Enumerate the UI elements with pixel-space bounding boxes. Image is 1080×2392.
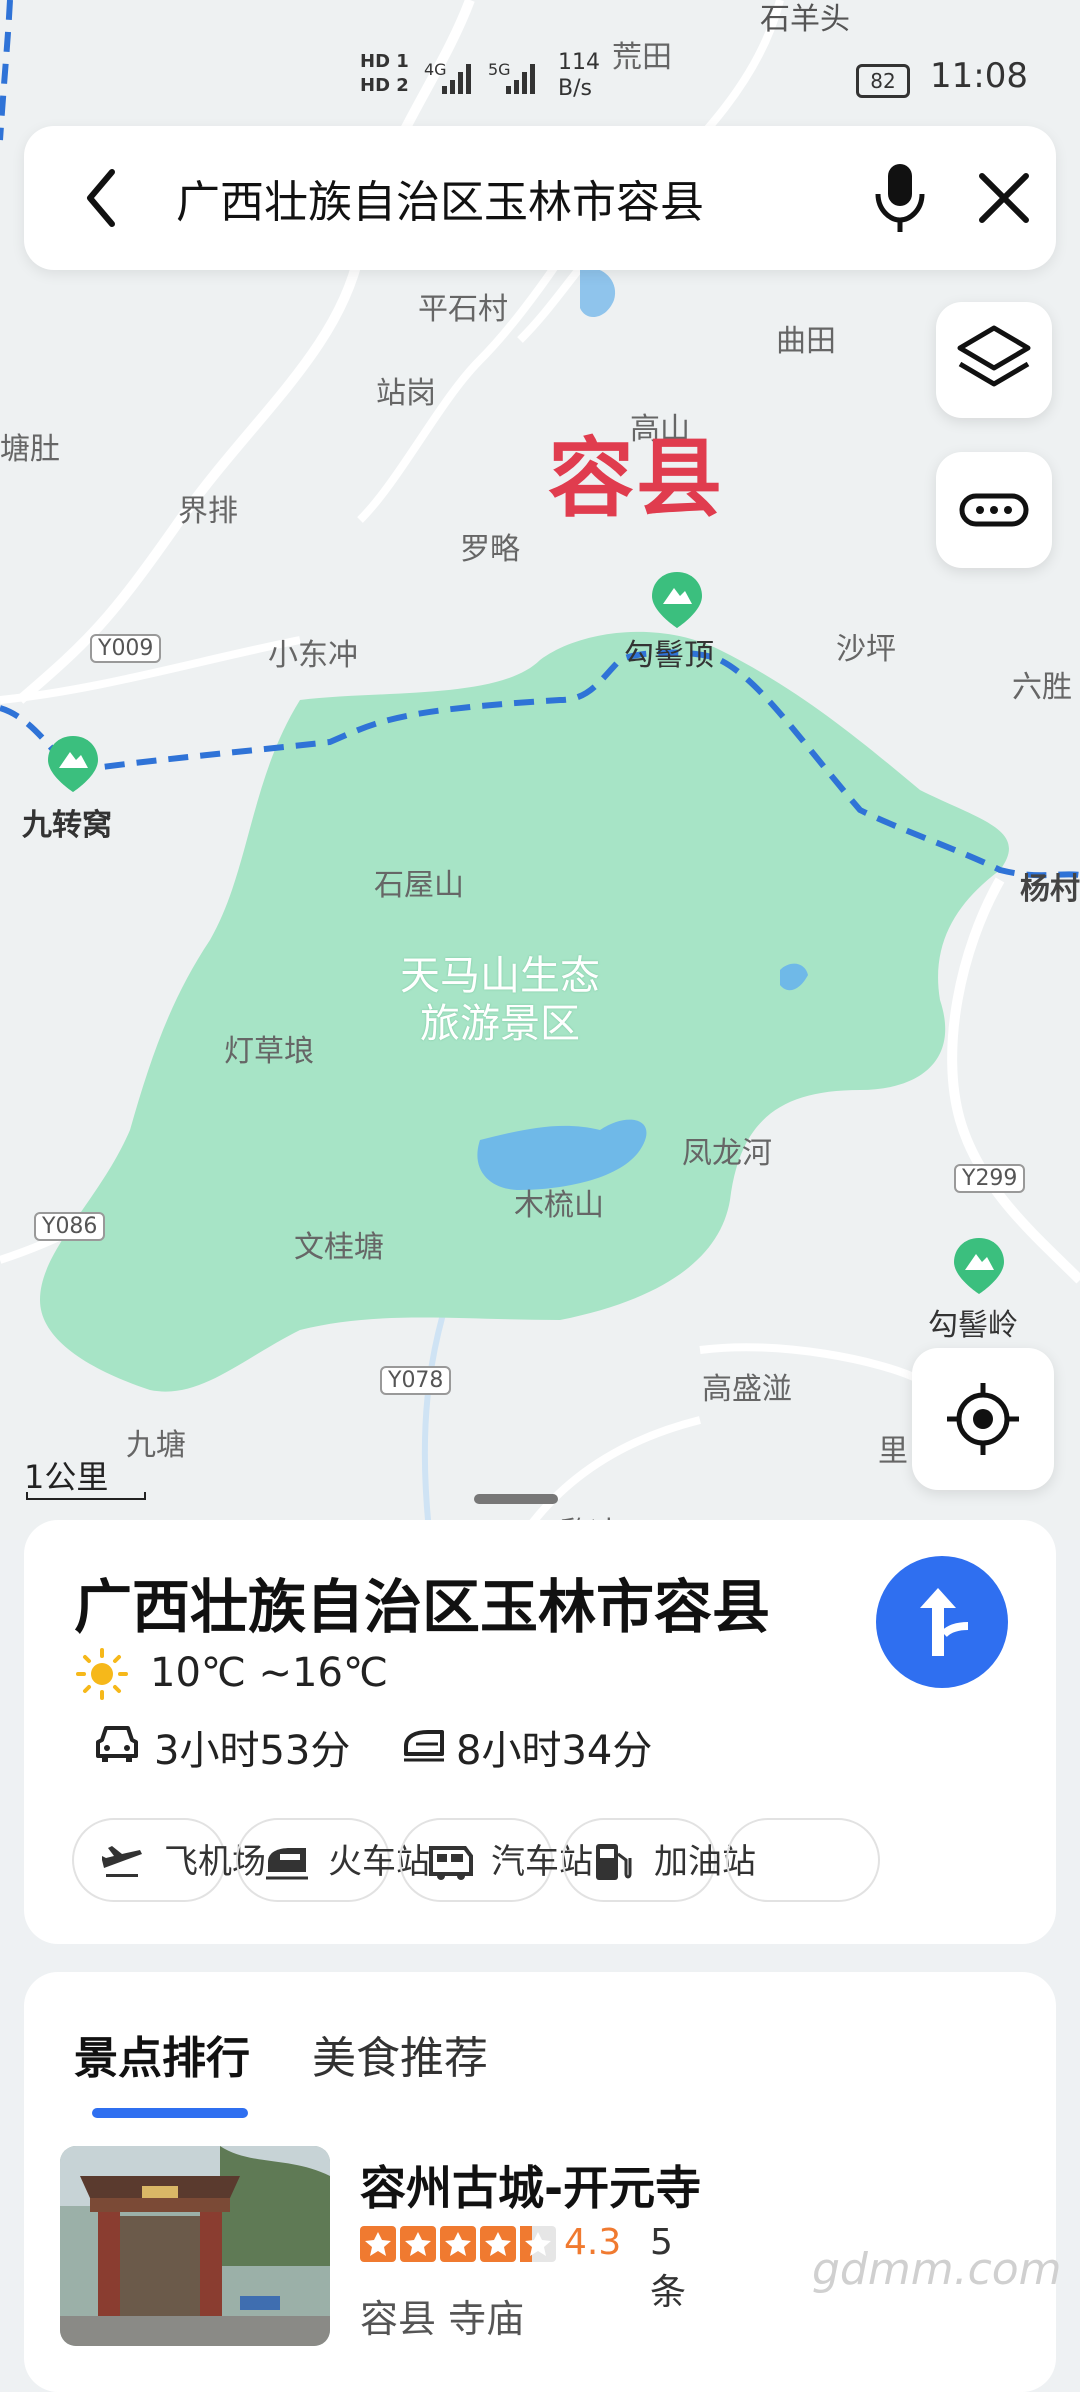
map-place-label: 界排 (178, 494, 238, 529)
place-thumbnail[interactable] (60, 2146, 330, 2346)
rating-stars (360, 2226, 556, 2262)
mountain-pin-icon (954, 1238, 1004, 1294)
layers-icon (957, 325, 1031, 387)
car-icon (96, 1726, 138, 1762)
train-time: 8小时34分 (456, 1728, 653, 1774)
net-speed: 114 B/s (558, 50, 600, 102)
road-badge: Y078 (380, 1366, 452, 1395)
more-dots-icon (959, 493, 1029, 527)
half-star-icon (520, 2226, 556, 2262)
tab-food[interactable]: 美食推荐 (312, 2022, 488, 2086)
poi-mountain-marker[interactable]: 勾髻岭 (928, 1236, 1018, 1343)
road-badge: Y009 (90, 634, 162, 663)
place-tags: 容县 寺庙 (360, 2297, 525, 2341)
back-arrow-icon[interactable] (68, 162, 140, 234)
scenic-area-label-line1: 天马山生态 (400, 953, 600, 999)
signal-icon (506, 64, 535, 94)
map-place-label: 木梳山 (514, 1188, 604, 1223)
star-icon (400, 2226, 436, 2262)
map-place-label: 里 (878, 1434, 908, 1469)
clock: 11:08 (930, 56, 1028, 96)
sheet-drag-handle[interactable] (474, 1494, 558, 1504)
battery-icon: 82 (856, 64, 910, 98)
poi-mountain-marker[interactable]: 九转窝 (22, 734, 112, 843)
star-icon (480, 2226, 516, 2262)
map-place-label: 小东冲 (268, 638, 358, 673)
star-icon (440, 2226, 476, 2262)
search-query[interactable]: 广西壮族自治区玉林市容县 (176, 166, 704, 230)
star-icon (360, 2226, 396, 2262)
tab-attractions[interactable]: 景点排行 (74, 2022, 250, 2086)
map-place-label: 凤龙河 (682, 1136, 772, 1171)
microphone-icon[interactable] (872, 160, 928, 236)
crosshair-icon (947, 1383, 1019, 1455)
bus-icon (429, 1846, 473, 1880)
map-place-label: 文桂塘 (294, 1230, 384, 1265)
close-icon[interactable] (974, 168, 1034, 228)
fuel-pump-icon (596, 1844, 632, 1880)
watermark-text: gdmm.com (812, 2244, 1062, 2295)
map-place-label: 曲田 (776, 324, 836, 359)
map-scale-bar (26, 1492, 146, 1500)
poi-mountain-marker[interactable]: 勾髻顶 (624, 570, 714, 673)
more-button[interactable] (936, 452, 1052, 568)
review-count: 5条 (650, 2222, 687, 2313)
search-bar[interactable]: 广西壮族自治区玉林市容县 (24, 126, 1056, 270)
road-badge: Y086 (34, 1212, 106, 1241)
drive-time: 3小时53分 (154, 1728, 351, 1774)
map-place-label: 六胜 (1012, 670, 1072, 705)
train-icon (404, 1730, 444, 1762)
map-place-label: 塘肚 (0, 432, 60, 467)
mountain-pin-icon (48, 736, 98, 792)
scenic-area-label[interactable]: 天马山生态 旅游景区 (400, 952, 600, 1048)
chip-gas-station[interactable]: 加油站 (562, 1818, 756, 1902)
mountain-pin-icon (652, 572, 702, 628)
scenic-area-label-line2: 旅游景区 (420, 1001, 580, 1047)
place-info-card[interactable]: 广西壮族自治区玉林市容县 10℃ ~16℃ 3小时53分 8小时34分 飞机场 … (24, 1520, 1056, 1944)
chip-train-station[interactable]: 火车站 (236, 1818, 430, 1902)
poi-label: 勾髻岭 (928, 1308, 1018, 1343)
chip-airport[interactable]: 飞机场 (72, 1818, 266, 1902)
chip-more-partial[interactable] (726, 1818, 880, 1902)
county-label: 容县 (548, 429, 724, 529)
hd2-label: HD 2 (360, 75, 409, 96)
layers-button[interactable] (936, 302, 1052, 418)
map-place-label: 平石村 (418, 292, 508, 327)
place-title: 广西壮族自治区玉林市容县 (74, 1573, 771, 1641)
map-place-label: 灯草埌 (224, 1034, 314, 1069)
sun-icon (76, 1648, 128, 1700)
net-speed-value: 114 (558, 50, 600, 75)
map-place-label: 石屋山 (374, 868, 464, 903)
poi-label: 九转窝 (22, 808, 112, 843)
map-place-label: 高盛湴 (702, 1372, 792, 1407)
locate-me-button[interactable] (912, 1348, 1054, 1490)
net-speed-unit: B/s (558, 76, 592, 101)
hd1-label: HD 1 (360, 51, 409, 72)
map-place-label: 站岗 (376, 376, 436, 411)
map-place-label: 罗略 (460, 532, 520, 567)
map-place-label: 杨村 (1020, 872, 1080, 907)
route-arrow-icon (920, 1588, 969, 1656)
airplane-icon (102, 1846, 142, 1877)
active-tab-indicator (92, 2108, 248, 2118)
train-icon (266, 1848, 308, 1880)
temple-photo-image (60, 2146, 330, 2346)
navigate-button[interactable] (876, 1556, 1008, 1688)
chip-bus-station[interactable]: 汽车站 (399, 1818, 593, 1902)
status-bar: HD 1 HD 2 4G 5G 114 B/s 82 11:08 (0, 0, 1080, 130)
rating-value: 4.3 (564, 2222, 622, 2263)
weather-temp: 10℃ ~16℃ (150, 1650, 388, 1696)
ranking-card[interactable]: 景点排行 美食推荐 容州古城-开元寺 4.3 5条 容县 寺庙 (24, 1972, 1056, 2392)
signal-icon (442, 64, 471, 94)
map-place-label: 沙坪 (836, 632, 896, 667)
nearby-chips: 飞机场 火车站 汽车站 加油站 (72, 1818, 1080, 1906)
poi-label: 勾髻顶 (624, 638, 714, 673)
hd-indicator: HD 1 HD 2 (360, 50, 409, 98)
map-place-label: 九塘 (126, 1428, 186, 1463)
place-name[interactable]: 容州古城-开元寺 (360, 2152, 701, 2218)
road-badge: Y299 (954, 1164, 1026, 1193)
